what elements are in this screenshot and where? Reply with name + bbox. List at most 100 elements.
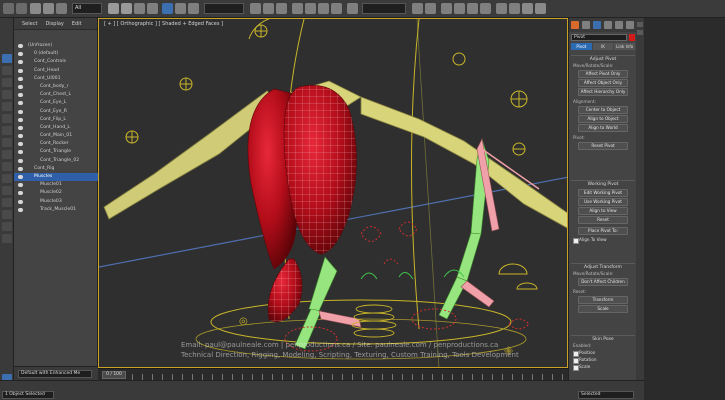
explorer-item[interactable]: Cont_Triangle_02 (14, 157, 98, 165)
explorer-menu-edit[interactable]: Edit (72, 21, 82, 27)
angle-snap-icon[interactable] (305, 3, 316, 14)
visibility-eye-icon[interactable] (18, 117, 23, 122)
explorer-item[interactable]: Cont_Rocker (14, 140, 98, 148)
visibility-eye-icon[interactable] (18, 60, 23, 65)
explorer-mode-dropdown[interactable]: Default with Enhanced Me (18, 370, 92, 378)
selection-filter-dropdown[interactable]: All (72, 3, 102, 14)
tab-pivot[interactable]: Pivot (571, 43, 592, 50)
create-tab-icon[interactable] (571, 21, 579, 29)
render-production-icon[interactable] (535, 3, 546, 14)
xrefs-filter-icon[interactable] (2, 186, 12, 195)
helpers-filter-icon[interactable] (2, 150, 12, 159)
viewport-label[interactable]: [ + ] [ Orthographic ] [ Shaded + Edged … (104, 21, 223, 27)
render-setup-icon[interactable] (509, 3, 520, 14)
cameras-filter-icon[interactable] (2, 138, 12, 147)
affect-hierarchy-only-button[interactable]: Affect Hierarchy Only (578, 88, 628, 96)
skin-pose-title[interactable]: Skin Pose (571, 336, 635, 343)
working-pivot-title[interactable]: Working Pivot (571, 181, 635, 188)
named-selection-set-dropdown[interactable] (362, 3, 406, 14)
hierarchy-tab-icon[interactable] (593, 21, 601, 29)
explorer-item[interactable]: Muscle02 (14, 189, 98, 197)
explorer-item[interactable]: Cont_Eye_R (14, 108, 98, 116)
visibility-eye-icon[interactable] (18, 93, 23, 98)
visibility-eye-icon[interactable] (18, 150, 23, 155)
select-manipulate-icon[interactable] (263, 3, 274, 14)
geometry-filter-icon[interactable] (2, 102, 12, 111)
pivot-center-icon[interactable] (250, 3, 261, 14)
panel-pin-icon[interactable] (637, 22, 643, 27)
link-icon[interactable] (30, 3, 41, 14)
toggle-ribbon-icon[interactable] (454, 3, 465, 14)
bind-space-warp-icon[interactable] (56, 3, 67, 14)
schematic-view-icon[interactable] (480, 3, 491, 14)
visibility-eye-icon[interactable] (18, 52, 23, 57)
visibility-eye-icon[interactable] (18, 191, 23, 196)
space-warps-filter-icon[interactable] (2, 162, 12, 171)
material-editor-icon[interactable] (496, 3, 507, 14)
select-and-scale-icon[interactable] (188, 3, 199, 14)
visibility-eye-icon[interactable] (18, 183, 23, 188)
explorer-item[interactable]: Cont_Chest_L (14, 91, 98, 99)
reference-coordinate-dropdown[interactable] (204, 3, 244, 14)
visibility-eye-icon[interactable] (18, 44, 23, 48)
time-slider[interactable]: 0 / 100 (102, 371, 126, 379)
percent-snap-icon[interactable] (318, 3, 329, 14)
bones-filter-icon[interactable] (2, 198, 12, 207)
select-and-rotate-icon[interactable] (175, 3, 186, 14)
reset-scale-button[interactable]: Scale (578, 305, 628, 313)
frozen-filter-icon[interactable] (2, 222, 12, 231)
explorer-item[interactable]: Cont_Eye_L (14, 99, 98, 107)
snaps-toggle-icon[interactable] (292, 3, 303, 14)
select-by-name-icon[interactable] (121, 3, 132, 14)
unlink-icon[interactable] (43, 3, 54, 14)
align-to-view-checkbox[interactable]: Align To View (571, 236, 635, 244)
align-to-world-button[interactable]: Align to World (578, 124, 628, 132)
rectangular-selection-icon[interactable] (134, 3, 145, 14)
visibility-eye-icon[interactable] (18, 125, 23, 130)
select-object-icon[interactable] (108, 3, 119, 14)
display-all-icon[interactable] (2, 78, 12, 87)
timeline[interactable]: 0 / 100 (98, 368, 568, 380)
green-helper-controls[interactable] (360, 269, 465, 280)
adjust-transform-title[interactable]: Adjust Transform (571, 264, 635, 271)
lights-filter-icon[interactable] (2, 126, 12, 135)
explorer-item[interactable]: Cont_Rig (14, 165, 98, 173)
visibility-eye-icon[interactable] (18, 166, 23, 171)
place-pivot-to-button[interactable]: Place Pivot To: (578, 227, 628, 235)
modify-tab-icon[interactable] (582, 21, 590, 29)
explorer-item[interactable]: Muscle03 (14, 198, 98, 206)
curve-editor-icon[interactable] (467, 3, 478, 14)
explorer-item[interactable]: Cont_UI001 (14, 75, 98, 83)
skin-pose-rotation-checkbox[interactable]: Rotation (571, 356, 635, 364)
hidden-filter-icon[interactable] (2, 234, 12, 243)
shapes-filter-icon[interactable] (2, 114, 12, 123)
align-to-view-button[interactable]: Align to View (578, 207, 628, 215)
explorer-item[interactable]: 0 (default) (14, 50, 98, 58)
explorer-item[interactable]: Cont_body_r (14, 83, 98, 91)
skin-pose-position-checkbox[interactable]: Position (571, 349, 635, 357)
visibility-eye-icon[interactable] (18, 76, 23, 81)
object-color-swatch[interactable] (629, 34, 635, 41)
motion-tab-icon[interactable] (604, 21, 612, 29)
explorer-item[interactable]: Cont_Hand_L (14, 124, 98, 132)
adjust-pivot-title[interactable]: Adjust Pivot (571, 56, 635, 63)
visibility-eye-icon[interactable] (18, 207, 23, 212)
reset-pivot-button[interactable]: Reset Pivot (578, 142, 628, 150)
reset-working-pivot-button[interactable]: Reset (578, 216, 628, 224)
explorer-item[interactable]: Muscles (14, 173, 98, 182)
utilities-tab-icon[interactable] (626, 21, 634, 29)
leg-bone-left[interactable] (294, 256, 362, 350)
explorer-item[interactable]: Muscle01 (14, 181, 98, 189)
edit-working-pivot-button[interactable]: Edit Working Pivot (578, 189, 628, 197)
explorer-item[interactable]: Cont_Controls (14, 58, 98, 66)
explorer-item[interactable]: Cont_Main_01 (14, 132, 98, 140)
object-name-field[interactable]: Pivot (571, 34, 627, 41)
explorer-menu-display[interactable]: Display (45, 21, 63, 27)
skin-pose-scale-checkbox[interactable]: Scale (571, 363, 635, 371)
explorer-item[interactable]: (Unfrozen) (14, 42, 98, 50)
key-mode-dropdown[interactable]: Selected (578, 391, 634, 399)
visibility-eye-icon[interactable] (18, 158, 23, 163)
undo-icon[interactable] (3, 3, 14, 14)
use-working-pivot-button[interactable]: Use Working Pivot (578, 198, 628, 206)
keyboard-shortcut-icon[interactable] (276, 3, 287, 14)
